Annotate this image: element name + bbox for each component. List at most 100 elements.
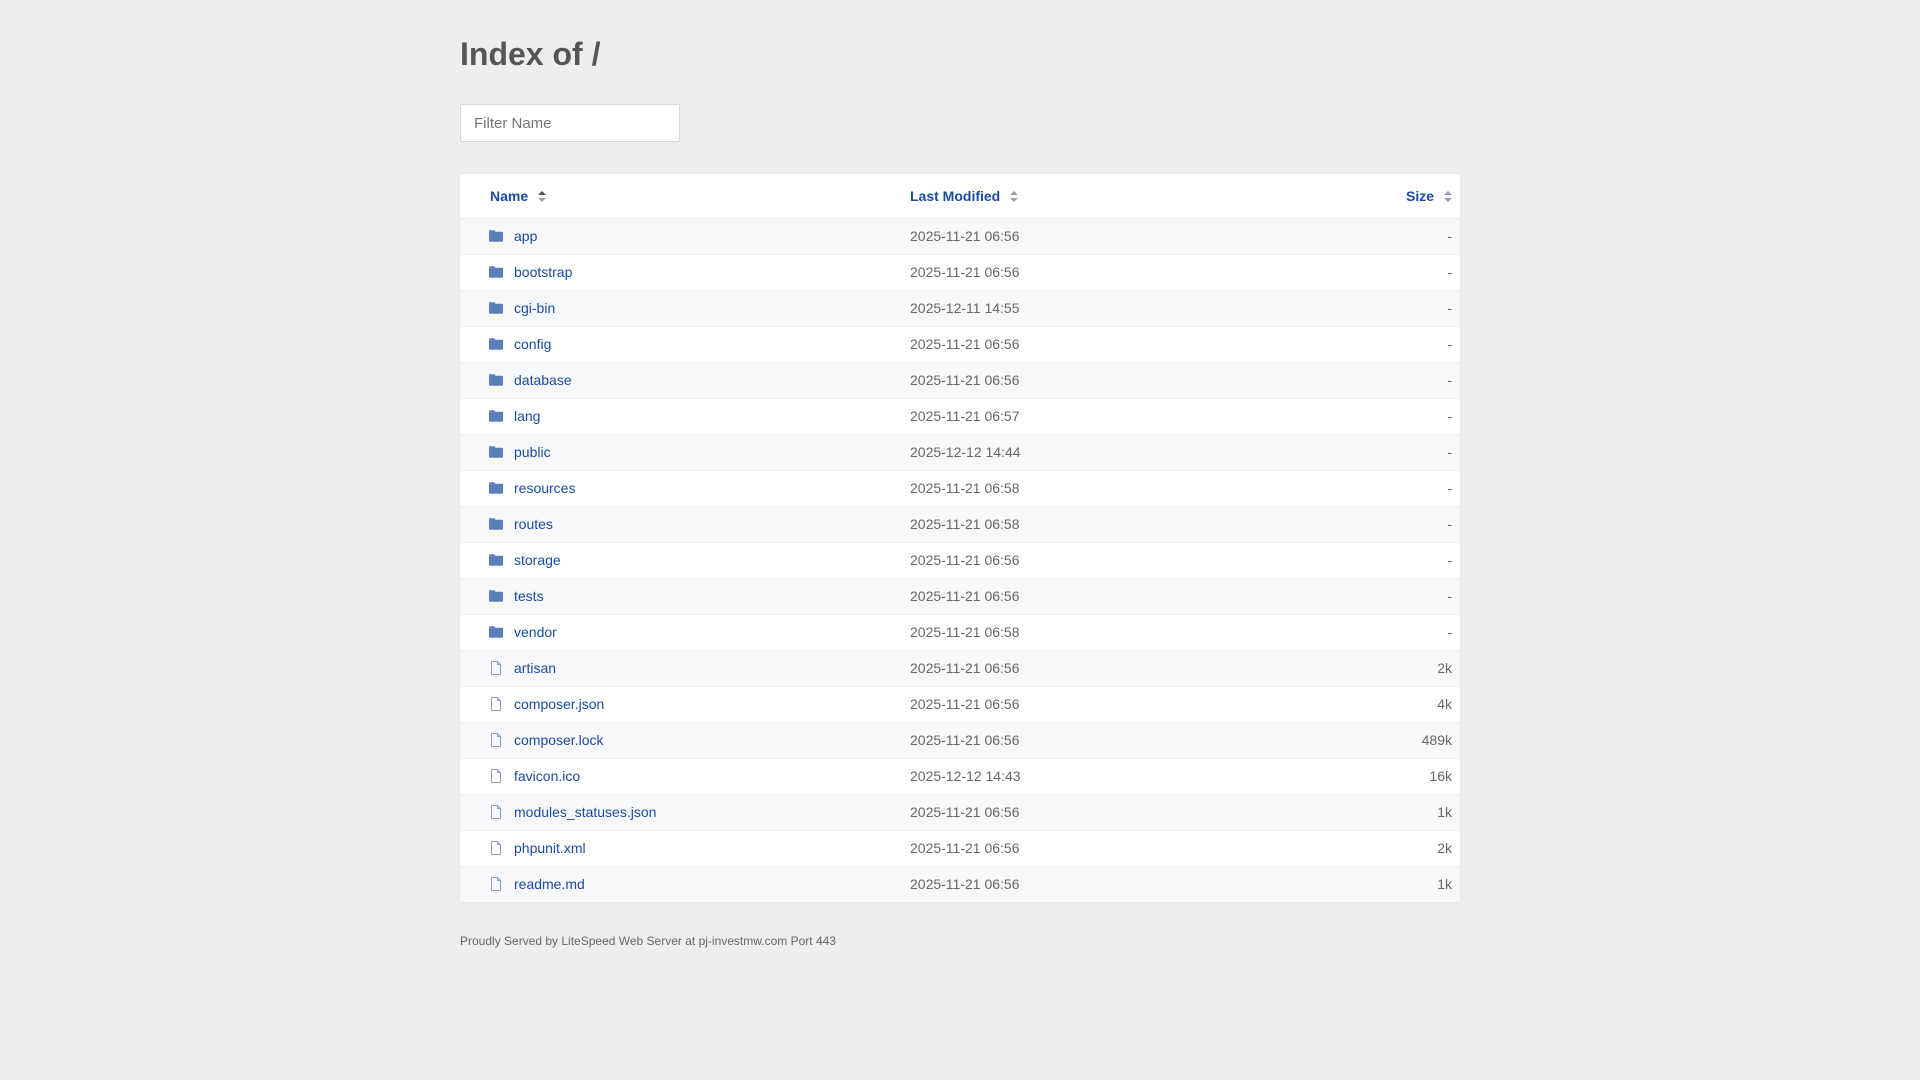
entry-link[interactable]: modules_statuses.json [514, 804, 656, 820]
table-row-app[interactable]: app 2025-11-21 06:56 - [460, 218, 1460, 254]
last-modified-cell: 2025-11-21 06:58 [910, 480, 1020, 496]
last-modified-cell: 2025-11-21 06:56 [910, 696, 1020, 712]
last-modified-cell: 2025-11-21 06:56 [910, 552, 1020, 568]
column-header-size[interactable]: Size [1260, 174, 1460, 218]
entry-link[interactable]: tests [514, 588, 544, 604]
entry-link[interactable]: vendor [514, 624, 557, 640]
entry-link[interactable]: database [514, 372, 572, 388]
table-row-favicon.ico[interactable]: favicon.ico 2025-12-12 14:43 16k [460, 758, 1460, 794]
column-header-last-modified-label[interactable]: Last Modified [910, 188, 1000, 204]
server-footer: Proudly Served by LiteSpeed Web Server a… [460, 934, 836, 948]
entry-link[interactable]: public [514, 444, 551, 460]
table-row-cgi-bin[interactable]: cgi-bin 2025-12-11 14:55 - [460, 290, 1460, 326]
table-row-readme.md[interactable]: readme.md 2025-11-21 06:56 1k [460, 866, 1460, 902]
last-modified-cell: 2025-11-21 06:56 [910, 228, 1020, 244]
table-header-row: Name Last Modified Size [460, 174, 1460, 218]
entry-link[interactable]: routes [514, 516, 553, 532]
entry-link[interactable]: config [514, 336, 551, 352]
entry-link[interactable]: lang [514, 408, 540, 424]
file-icon [491, 733, 501, 747]
name-cell: storage [460, 542, 910, 578]
entry-link[interactable]: storage [514, 552, 561, 568]
table-row-lang[interactable]: lang 2025-11-21 06:57 - [460, 398, 1460, 434]
size-cell: - [1447, 444, 1452, 460]
name-cell: routes [460, 506, 910, 542]
entry-link[interactable]: favicon.ico [514, 768, 580, 784]
folder-icon [489, 554, 503, 566]
table-row-tests[interactable]: tests 2025-11-21 06:56 - [460, 578, 1460, 614]
name-cell: artisan [460, 650, 910, 686]
last-modified-cell: 2025-11-21 06:57 [910, 408, 1020, 424]
sort-icon[interactable] [1444, 190, 1452, 202]
table-row-storage[interactable]: storage 2025-11-21 06:56 - [460, 542, 1460, 578]
size-cell: - [1447, 480, 1452, 496]
filter-name-input[interactable] [460, 104, 680, 142]
file-icon [491, 697, 501, 711]
column-header-name-label[interactable]: Name [490, 188, 528, 204]
name-cell: phpunit.xml [460, 830, 910, 866]
table-row-public[interactable]: public 2025-12-12 14:44 - [460, 434, 1460, 470]
name-cell: app [460, 218, 910, 254]
table-row-config[interactable]: config 2025-11-21 06:56 - [460, 326, 1460, 362]
size-cell: 16k [1429, 768, 1452, 784]
last-modified-cell: 2025-11-21 06:56 [910, 876, 1020, 893]
folder-icon [489, 482, 503, 494]
file-icon [491, 877, 501, 892]
name-cell: lang [460, 398, 910, 434]
folder-icon [489, 410, 503, 422]
last-modified-cell: 2025-12-11 14:55 [910, 300, 1020, 316]
column-header-size-label[interactable]: Size [1406, 188, 1434, 204]
last-modified-cell: 2025-11-21 06:56 [910, 732, 1020, 748]
entry-link[interactable]: readme.md [514, 876, 585, 892]
folder-icon [489, 302, 503, 314]
entry-link[interactable]: cgi-bin [514, 300, 555, 316]
folder-icon [489, 266, 503, 278]
last-modified-cell: 2025-12-12 14:43 [910, 768, 1021, 784]
table-row-artisan[interactable]: artisan 2025-11-21 06:56 2k [460, 650, 1460, 686]
name-cell: cgi-bin [460, 290, 910, 326]
entry-link[interactable]: composer.lock [514, 732, 603, 748]
column-header-last-modified[interactable]: Last Modified [910, 174, 1260, 218]
size-cell: - [1447, 588, 1452, 604]
folder-icon [489, 446, 503, 458]
last-modified-cell: 2025-12-12 14:44 [910, 444, 1021, 460]
file-table: Name Last Modified Size app 2025-11-21 0… [460, 174, 1460, 902]
table-row-composer.lock[interactable]: composer.lock 2025-11-21 06:56 489k [460, 722, 1460, 758]
entry-link[interactable]: phpunit.xml [514, 840, 586, 856]
entry-link[interactable]: bootstrap [514, 264, 572, 280]
file-icon [491, 841, 501, 855]
file-icon [491, 805, 501, 819]
last-modified-cell: 2025-11-21 06:58 [910, 516, 1020, 532]
table-row-phpunit.xml[interactable]: phpunit.xml 2025-11-21 06:56 2k [460, 830, 1460, 866]
size-cell: - [1447, 264, 1452, 280]
table-row-routes[interactable]: routes 2025-11-21 06:58 - [460, 506, 1460, 542]
page-title: Index of / [460, 36, 601, 72]
size-cell: - [1447, 336, 1452, 352]
table-row-composer.json[interactable]: composer.json 2025-11-21 06:56 4k [460, 686, 1460, 722]
sort-icon[interactable] [538, 190, 547, 202]
file-icon [491, 769, 501, 783]
table-row-resources[interactable]: resources 2025-11-21 06:58 - [460, 470, 1460, 506]
entry-link[interactable]: composer.json [514, 696, 604, 712]
sort-icon[interactable] [1010, 190, 1019, 202]
file-icon [491, 661, 501, 675]
last-modified-cell: 2025-11-21 06:56 [910, 264, 1020, 280]
table-row-vendor[interactable]: vendor 2025-11-21 06:58 - [460, 614, 1460, 650]
last-modified-cell: 2025-11-21 06:56 [910, 372, 1020, 388]
column-header-name[interactable]: Name [460, 174, 910, 218]
size-cell: 2k [1437, 840, 1452, 856]
table-row-modules_statuses.json[interactable]: modules_statuses.json 2025-11-21 06:56 1… [460, 794, 1460, 830]
name-cell: bootstrap [460, 254, 910, 290]
entry-link[interactable]: resources [514, 480, 575, 496]
size-cell: 2k [1437, 660, 1452, 676]
name-cell: tests [460, 578, 910, 614]
name-cell: vendor [460, 614, 910, 650]
folder-icon [489, 518, 503, 530]
size-cell: - [1447, 624, 1452, 640]
entry-link[interactable]: artisan [514, 660, 556, 676]
file-listing: Name Last Modified Size app 2025-11-21 0… [460, 174, 1460, 902]
table-row-database[interactable]: database 2025-11-21 06:56 - [460, 362, 1460, 398]
entry-link[interactable]: app [514, 228, 537, 244]
table-row-bootstrap[interactable]: bootstrap 2025-11-21 06:56 - [460, 254, 1460, 290]
folder-icon [489, 590, 503, 602]
